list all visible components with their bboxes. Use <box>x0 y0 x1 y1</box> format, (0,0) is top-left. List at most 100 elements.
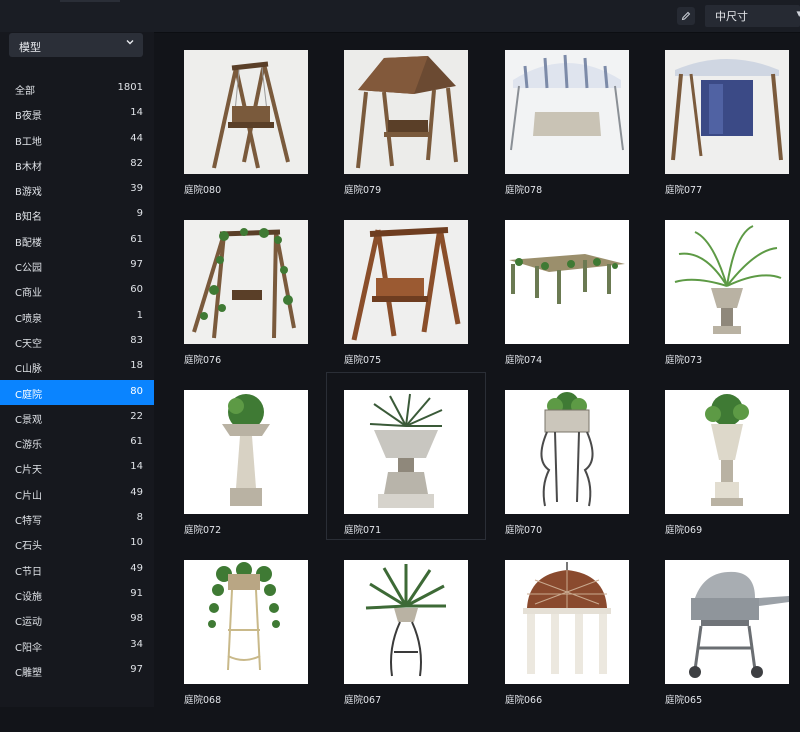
asset-card[interactable]: 庭院074 <box>487 202 647 370</box>
sidebar-item[interactable]: C庭院 80 <box>0 379 154 405</box>
sidebar-item[interactable]: C片山 49 <box>0 481 154 506</box>
pencil-icon <box>681 11 691 21</box>
asset-thumbnail <box>344 560 468 684</box>
swing-wood-illustration <box>184 50 308 174</box>
size-select[interactable]: 中尺寸 ▾ <box>705 5 800 27</box>
asset-thumbnail <box>184 50 308 174</box>
asset-card[interactable]: 庭院065 <box>647 542 800 710</box>
top-toolbar: 中尺寸 ▾ <box>0 0 800 33</box>
asset-thumbnail <box>344 390 468 514</box>
asset-card[interactable]: 庭院080 <box>166 32 326 200</box>
asset-thumbnail <box>665 560 789 684</box>
asset-thumbnail <box>665 390 789 514</box>
asset-card[interactable]: 庭院077 <box>647 32 800 200</box>
swing-roof-illustration <box>344 50 468 174</box>
sidebar-item-count: 8 <box>136 512 143 524</box>
sidebar-item-count: 14 <box>130 461 143 473</box>
asset-card[interactable]: 庭院070 <box>487 372 647 540</box>
asset-caption: 庭院080 <box>184 185 222 196</box>
asset-caption: 庭院067 <box>344 695 382 706</box>
sidebar-item-count: 18 <box>130 360 143 372</box>
stone-urn-illustration <box>344 390 468 514</box>
sidebar-item-count: 22 <box>130 410 143 422</box>
sidebar-item-label: C景观 <box>15 414 42 426</box>
sidebar-item-count: 60 <box>130 284 143 296</box>
asset-thumbnail <box>184 560 308 684</box>
category-list: 全部 1801 B夜景 14 B工地 44 B木材 82 B游戏 39 B知名 9 B配楼 61 C公园 97… <box>0 76 154 683</box>
asset-caption: 庭院076 <box>184 355 222 366</box>
sidebar-item[interactable]: B游戏 39 <box>0 177 154 202</box>
sidebar-item[interactable]: B夜景 14 <box>0 101 154 126</box>
sidebar-item-label: C片山 <box>15 490 42 502</box>
asset-card[interactable]: 庭院075 <box>326 202 486 370</box>
sidebar-item[interactable]: C喷泉 1 <box>0 304 154 329</box>
tab-indicator <box>60 0 120 2</box>
sidebar-item[interactable]: C游乐 61 <box>0 430 154 455</box>
sidebar-item[interactable]: 全部 1801 <box>0 76 154 101</box>
asset-card[interactable]: 庭院072 <box>166 372 326 540</box>
sidebar-item[interactable]: C片天 14 <box>0 455 154 480</box>
sidebar-item[interactable]: C阳伞 34 <box>0 633 154 658</box>
sidebar-item[interactable]: C雕塑 97 <box>0 658 154 683</box>
asset-card[interactable]: 庭院069 <box>647 372 800 540</box>
sidebar-item-count: 97 <box>130 663 143 675</box>
sidebar-item-count: 14 <box>130 107 143 119</box>
asset-grid: 庭院080 庭院079 庭院078 庭院077 庭院076 庭院075 庭院07… <box>166 32 800 732</box>
sidebar-item-count: 61 <box>130 233 143 245</box>
sidebar-item-label: 全部 <box>15 86 35 97</box>
asset-caption: 庭院071 <box>344 525 382 536</box>
asset-card[interactable]: 庭院066 <box>487 542 647 710</box>
sidebar-item[interactable]: C公园 97 <box>0 253 154 278</box>
sidebar-item-count: 49 <box>130 486 143 498</box>
asset-thumbnail <box>184 390 308 514</box>
sidebar-item[interactable]: C天空 83 <box>0 329 154 354</box>
sidebar-item-count: 1801 <box>117 82 143 93</box>
sidebar-item[interactable]: C景观 22 <box>0 405 154 430</box>
sidebar-item-count: 44 <box>130 132 143 144</box>
asset-caption: 庭院079 <box>344 185 382 196</box>
sidebar-item-label: C天空 <box>15 338 42 350</box>
sidebar-item-label: B游戏 <box>15 187 42 199</box>
asset-caption: 庭院075 <box>344 355 382 366</box>
sidebar-item[interactable]: B知名 9 <box>0 202 154 227</box>
asset-card[interactable]: 庭院068 <box>166 542 326 710</box>
sidebar-item[interactable]: C特写 8 <box>0 506 154 531</box>
grill-illustration <box>665 560 789 684</box>
sidebar-item-label: C石头 <box>15 541 42 553</box>
swing-frame-illustration <box>344 220 468 344</box>
sidebar-item[interactable]: C石头 10 <box>0 531 154 556</box>
sidebar-item[interactable]: C运动 98 <box>0 607 154 632</box>
swing-ivy-illustration <box>184 220 308 344</box>
asset-card[interactable]: 庭院071 <box>326 372 486 540</box>
asset-card[interactable]: 庭院079 <box>326 32 486 200</box>
asset-thumbnail <box>344 50 468 174</box>
sidebar-item-count: 82 <box>130 157 143 169</box>
asset-card[interactable]: 庭院076 <box>166 202 326 370</box>
asset-thumbnail <box>344 220 468 344</box>
sidebar-item[interactable]: C节日 49 <box>0 557 154 582</box>
sidebar-item[interactable]: B木材 82 <box>0 152 154 177</box>
sidebar-item-label: C运动 <box>15 617 42 629</box>
palm-urn-illustration <box>665 220 789 344</box>
asset-caption: 庭院068 <box>184 695 222 706</box>
sidebar-item[interactable]: C山脉 18 <box>0 354 154 379</box>
type-dropdown[interactable]: 模型 <box>9 33 143 57</box>
sidebar-item[interactable]: C商业 60 <box>0 278 154 303</box>
edit-button[interactable] <box>677 7 695 25</box>
sidebar-item-label: B知名 <box>15 212 42 224</box>
swing-hammock-illustration <box>665 50 789 174</box>
asset-card[interactable]: 庭院073 <box>647 202 800 370</box>
sidebar-item[interactable]: B配楼 61 <box>0 228 154 253</box>
sidebar-item-count: 83 <box>130 334 143 346</box>
iron-planter-illustration <box>505 390 629 514</box>
sidebar-item[interactable]: C设施 91 <box>0 582 154 607</box>
sidebar-item-label: B夜景 <box>15 111 42 123</box>
asset-caption: 庭院066 <box>505 695 543 706</box>
sidebar-item-count: 80 <box>130 385 143 397</box>
asset-thumbnail <box>505 220 629 344</box>
sidebar-item-count: 91 <box>130 587 143 599</box>
asset-card[interactable]: 庭院078 <box>487 32 647 200</box>
pergola-illustration <box>505 220 629 344</box>
asset-card[interactable]: 庭院067 <box>326 542 486 710</box>
sidebar-item[interactable]: B工地 44 <box>0 127 154 152</box>
